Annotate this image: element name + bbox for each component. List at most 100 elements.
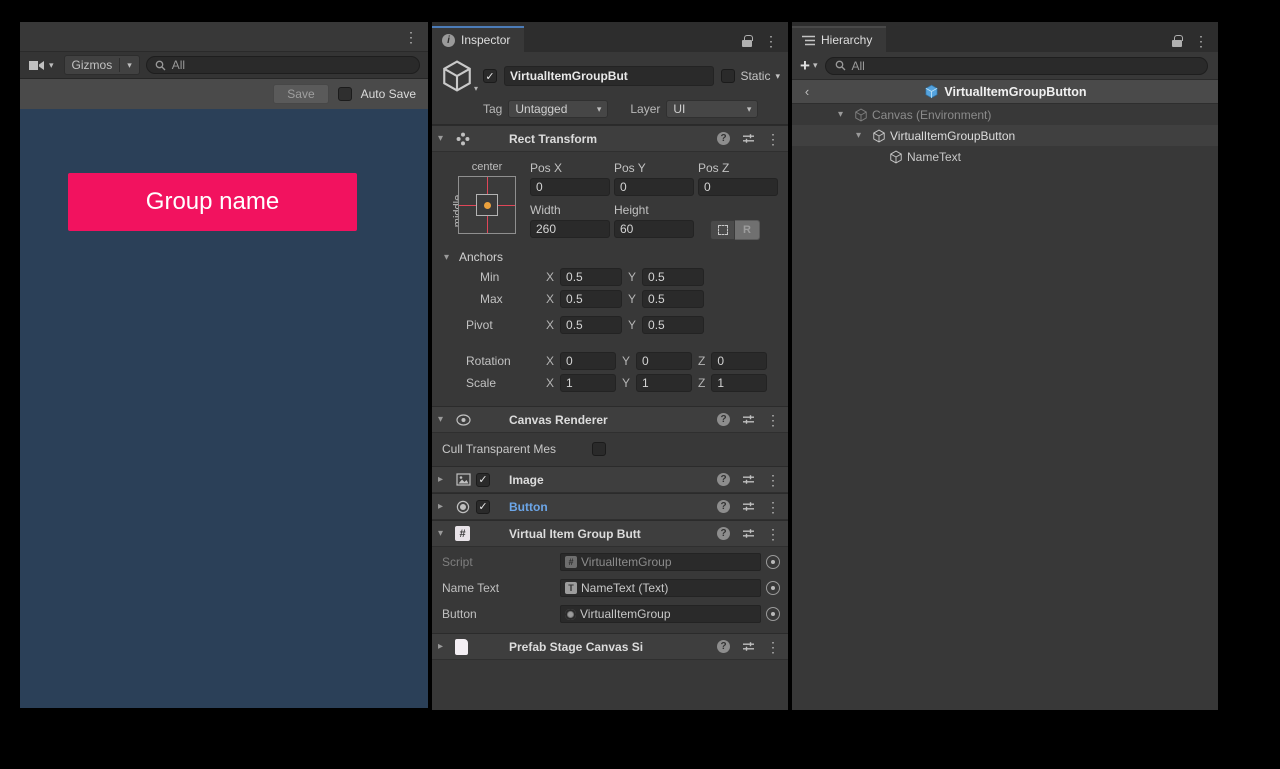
component-menu-icon[interactable]: ⋮ <box>766 640 780 654</box>
pivot-label: Pivot <box>466 318 540 332</box>
anchor-preset-widget[interactable] <box>458 176 516 234</box>
object-picker-icon[interactable] <box>766 555 780 569</box>
anchors-foldout[interactable]: ▾ Anchors <box>444 250 778 264</box>
tree-item-nametext[interactable]: NameText <box>792 146 1218 167</box>
camera-dropdown[interactable]: ▾ <box>24 55 58 75</box>
object-picker-icon[interactable] <box>766 607 780 621</box>
prefab-root-title[interactable]: VirtualItemGroupButton <box>822 84 1188 100</box>
image-foldout[interactable]: ▸ <box>438 474 450 485</box>
scale-z-input[interactable] <box>711 374 767 392</box>
gameobject-cube-icon <box>888 149 904 165</box>
presets-icon[interactable] <box>740 412 756 428</box>
script-component-header[interactable]: ▾ # Virtual Item Group Butt ? ⋮ <box>432 520 788 547</box>
scene-viewport[interactable]: Group name <box>20 109 428 708</box>
anchors-min-y-input[interactable] <box>642 268 704 286</box>
image-enabled-checkbox[interactable]: ✓ <box>476 473 490 487</box>
help-icon[interactable]: ? <box>717 132 730 145</box>
raw-edit-mode-button[interactable]: R <box>735 220 760 240</box>
tree-item-virtualitemgroupbutton[interactable]: ▾ VirtualItemGroupButton <box>792 125 1218 146</box>
cull-transparent-mesh-checkbox[interactable] <box>592 442 606 456</box>
pos-x-input[interactable] <box>530 178 610 196</box>
component-menu-icon[interactable]: ⋮ <box>766 132 780 146</box>
foldout-icon[interactable]: ▾ <box>856 130 868 141</box>
scale-y-input[interactable] <box>636 374 692 392</box>
button-component-header[interactable]: ▸ ✓ Button ? ⋮ <box>432 493 788 520</box>
tab-inspector[interactable]: i Inspector <box>432 26 524 52</box>
blueprint-mode-button[interactable] <box>710 220 735 240</box>
canvas-renderer-foldout[interactable]: ▾ <box>438 414 450 425</box>
script-object-field[interactable]: # VirtualItemGroup <box>560 553 761 571</box>
scene-menu-icon[interactable]: ⋮ <box>404 30 418 44</box>
document-icon <box>455 639 468 655</box>
canvas-renderer-header[interactable]: ▾ Canvas Renderer ? ⋮ <box>432 406 788 433</box>
script-field-label: Script <box>442 555 560 569</box>
foldout-icon[interactable]: ▾ <box>838 109 850 120</box>
presets-icon[interactable] <box>740 131 756 147</box>
script-foldout[interactable]: ▾ <box>438 528 450 539</box>
presets-icon[interactable] <box>740 639 756 655</box>
scene-search-input[interactable]: All <box>146 56 420 74</box>
component-menu-icon[interactable]: ⋮ <box>766 473 780 487</box>
inspector-menu-icon[interactable]: ⋮ <box>764 34 778 48</box>
pivot-x-input[interactable] <box>560 316 622 334</box>
static-checkbox[interactable] <box>721 69 735 83</box>
help-icon[interactable]: ? <box>717 413 730 426</box>
pivot-y-input[interactable] <box>642 316 704 334</box>
gameobject-active-checkbox[interactable]: ✓ <box>483 69 497 83</box>
rotation-x-input[interactable] <box>560 352 616 370</box>
anchors-min-label: Min <box>480 270 540 284</box>
help-icon[interactable]: ? <box>717 640 730 653</box>
gameobject-cube-icon[interactable]: ▾ <box>440 59 476 93</box>
button-object-field[interactable]: VirtualItemGroup <box>560 605 761 623</box>
prefab-stage-foldout[interactable]: ▸ <box>438 641 450 652</box>
back-arrow-icon[interactable]: ‹ <box>792 84 822 99</box>
rotation-z-input[interactable] <box>711 352 767 370</box>
presets-icon[interactable] <box>740 499 756 515</box>
anchors-max-y-input[interactable] <box>642 290 704 308</box>
group-name-ui-button[interactable]: Group name <box>68 173 357 231</box>
object-picker-icon[interactable] <box>766 581 780 595</box>
image-component-header[interactable]: ▸ ✓ Image ? ⋮ <box>432 466 788 493</box>
help-icon[interactable]: ? <box>717 527 730 540</box>
help-icon[interactable]: ? <box>717 500 730 513</box>
hierarchy-search-input[interactable]: All <box>825 57 1208 75</box>
button-enabled-checkbox[interactable]: ✓ <box>476 500 490 514</box>
rect-transform-icon <box>455 131 471 147</box>
auto-save-checkbox[interactable] <box>338 87 352 101</box>
pos-z-input[interactable] <box>698 178 778 196</box>
prefab-stage-header[interactable]: ▸ Prefab Stage Canvas Si ? ⋮ <box>432 633 788 660</box>
component-menu-icon[interactable]: ⋮ <box>766 500 780 514</box>
hierarchy-menu-icon[interactable]: ⋮ <box>1194 34 1208 48</box>
presets-icon[interactable] <box>740 472 756 488</box>
scene-panel: ⋮ ▾ Gizmos ▾ All Save <box>20 22 428 708</box>
component-menu-icon[interactable]: ⋮ <box>766 527 780 541</box>
auto-save-label: Auto Save <box>361 87 416 101</box>
layer-dropdown[interactable]: UI ▾ <box>666 100 758 118</box>
static-toggle[interactable]: Static ▾ <box>721 69 780 83</box>
help-icon[interactable]: ? <box>717 473 730 486</box>
gameobject-name-input[interactable] <box>504 66 714 86</box>
gizmos-dropdown[interactable]: Gizmos ▾ <box>64 55 140 75</box>
width-input[interactable] <box>530 220 610 238</box>
tree-item-canvas-environment[interactable]: ▾ Canvas (Environment) <box>792 104 1218 125</box>
tab-hierarchy[interactable]: Hierarchy <box>792 26 886 52</box>
anchors-max-x-input[interactable] <box>560 290 622 308</box>
tag-dropdown[interactable]: Untagged ▾ <box>508 100 608 118</box>
lock-icon[interactable] <box>742 40 752 47</box>
pos-y-input[interactable] <box>614 178 694 196</box>
hierarchy-toolbar: + ▾ All <box>792 52 1218 80</box>
save-button[interactable]: Save <box>273 84 328 104</box>
anchors-min-x-input[interactable] <box>560 268 622 286</box>
gizmos-separator <box>119 58 120 72</box>
button-foldout[interactable]: ▸ <box>438 501 450 512</box>
rect-transform-foldout[interactable]: ▾ <box>438 133 450 144</box>
presets-icon[interactable] <box>740 526 756 542</box>
rotation-y-input[interactable] <box>636 352 692 370</box>
scale-x-input[interactable] <box>560 374 616 392</box>
lock-icon[interactable] <box>1172 40 1182 47</box>
rect-transform-header[interactable]: ▾ Rect Transform ? ⋮ <box>432 125 788 152</box>
name-text-object-field[interactable]: T NameText (Text) <box>560 579 761 597</box>
height-input[interactable] <box>614 220 694 238</box>
component-menu-icon[interactable]: ⋮ <box>766 413 780 427</box>
create-object-button[interactable]: + ▾ <box>800 57 817 74</box>
